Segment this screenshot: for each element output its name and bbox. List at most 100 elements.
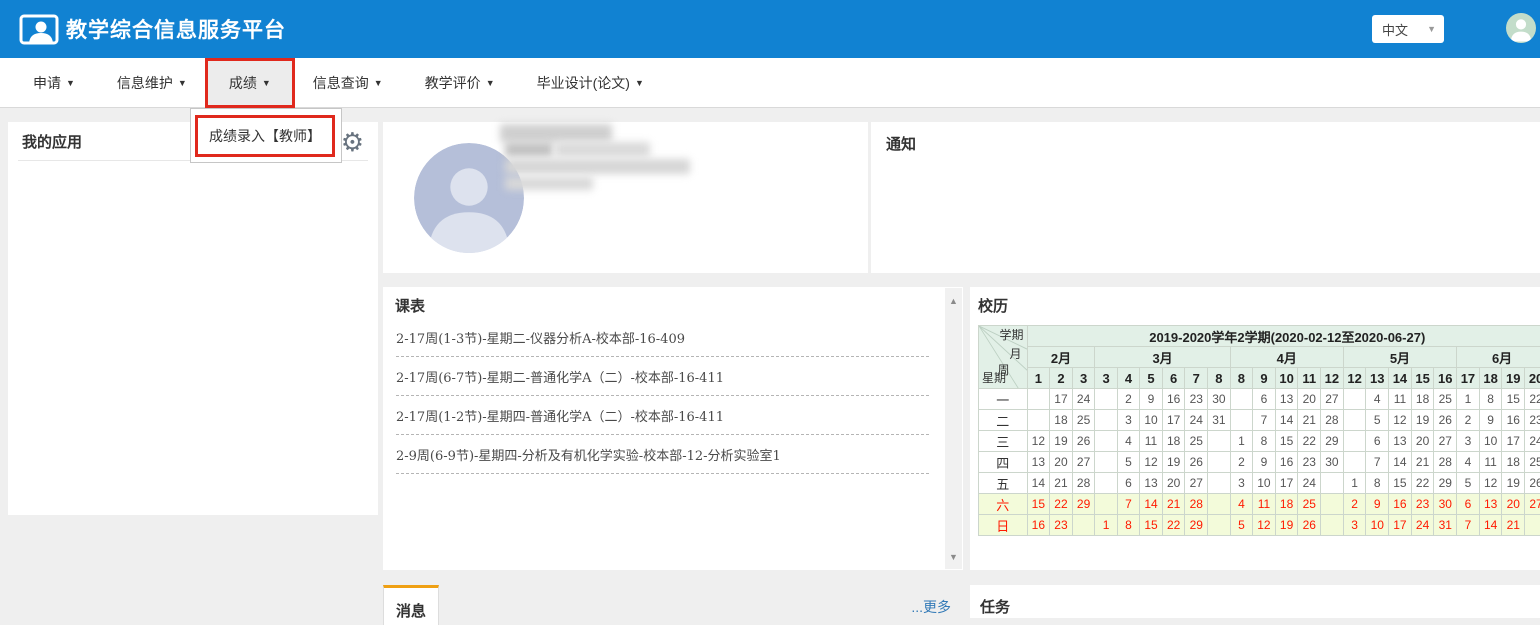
nav-item-label: 教学评价 <box>425 73 481 93</box>
calendar-date-cell: 24 <box>1298 473 1321 494</box>
nav-item-grades[interactable]: 成绩▼ <box>208 61 292 105</box>
schedule-item: 2-17周(1-3节)-星期二-仪器分析A-校本部-16-409 <box>396 318 929 357</box>
calendar-date-cell: 12 <box>1253 515 1276 536</box>
nav-item-teaching-evaluation[interactable]: 教学评价▼ <box>404 61 516 105</box>
calendar-date-cell: 19 <box>1162 452 1185 473</box>
calendar-date-cell: 27 <box>1321 389 1344 410</box>
calendar-date-cell: 14 <box>1027 473 1050 494</box>
chevron-down-icon: ▼ <box>66 78 75 88</box>
calendar-date-cell <box>1072 515 1095 536</box>
calendar-date-cell: 5 <box>1366 410 1389 431</box>
calendar-week-number: 20 <box>1525 368 1540 389</box>
calendar-day-row: 一17242916233061320274111825181522 <box>979 389 1540 410</box>
calendar-date-cell <box>1208 515 1231 536</box>
calendar-date-cell <box>1208 473 1231 494</box>
top-header-bar: 教学综合信息服务平台 中文 ▼ <box>0 0 1540 58</box>
calendar-date-cell: 10 <box>1253 473 1276 494</box>
calendar-date-cell: 29 <box>1321 431 1344 452</box>
calendar-date-cell: 20 <box>1298 389 1321 410</box>
calendar-day-row: 四13202751219262916233071421284111825 <box>979 452 1540 473</box>
calendar-date-cell: 22 <box>1298 431 1321 452</box>
calendar-date-cell: 24 <box>1411 515 1434 536</box>
nav-item-info-maintenance[interactable]: 信息维护 ▼ <box>96 61 208 105</box>
language-selector[interactable]: 中文 ▼ <box>1372 15 1444 43</box>
redacted-profile-text <box>505 177 593 190</box>
calendar-date-cell: 21 <box>1162 494 1185 515</box>
calendar-date-cell: 21 <box>1502 515 1525 536</box>
calendar-date-cell <box>1095 410 1117 431</box>
calendar-date-cell: 24 <box>1525 431 1540 452</box>
chevron-down-icon: ▼ <box>374 78 383 88</box>
calendar-date-cell <box>1343 431 1366 452</box>
calendar-date-cell <box>1321 473 1344 494</box>
calendar-date-cell: 12 <box>1479 473 1502 494</box>
calendar-date-cell: 30 <box>1434 494 1457 515</box>
calendar-date-cell: 9 <box>1479 410 1502 431</box>
calendar-date-cell: 12 <box>1140 452 1163 473</box>
calendar-date-cell: 8 <box>1366 473 1389 494</box>
calendar-date-cell: 1 <box>1095 515 1117 536</box>
calendar-date-cell <box>1321 515 1344 536</box>
calendar-date-cell: 16 <box>1162 389 1185 410</box>
calendar-date-cell: 20 <box>1050 452 1073 473</box>
calendar-date-cell: 23 <box>1050 515 1073 536</box>
calendar-date-cell: 8 <box>1479 389 1502 410</box>
tab-messages[interactable]: 消息 <box>383 585 439 625</box>
calendar-date-cell: 19 <box>1050 431 1073 452</box>
calendar-date-cell: 17 <box>1502 431 1525 452</box>
calendar-date-cell: 7 <box>1366 452 1389 473</box>
scrollbar[interactable]: ▲ ▼ <box>945 288 962 569</box>
calendar-date-cell: 9 <box>1253 452 1276 473</box>
nav-item-graduation-thesis[interactable]: 毕业设计(论文)▼ <box>516 61 665 105</box>
nav-item-apply[interactable]: 申请 ▼ <box>12 61 96 105</box>
gear-icon[interactable]: ⚙ <box>341 128 364 158</box>
calendar-date-cell: 15 <box>1140 515 1163 536</box>
calendar-week-number: 12 <box>1321 368 1344 389</box>
nav-item-label: 毕业设计(论文) <box>537 73 630 93</box>
calendar-date-cell: 3 <box>1343 515 1366 536</box>
profile-panel <box>383 122 868 273</box>
calendar-week-number: 2 <box>1050 368 1073 389</box>
redacted-profile-text <box>500 124 612 142</box>
calendar-date-cell: 27 <box>1434 431 1457 452</box>
calendar-date-cell: 14 <box>1275 410 1298 431</box>
scroll-up-icon[interactable]: ▲ <box>945 292 962 309</box>
school-calendar-panel: 校历 学期月周星期2019-2020学年2学期(2020-02-12至2020-… <box>970 287 1540 570</box>
calendar-week-number: 9 <box>1253 368 1276 389</box>
calendar-date-cell: 9 <box>1366 494 1389 515</box>
user-avatar[interactable] <box>1506 13 1536 43</box>
redacted-profile-text <box>555 142 650 157</box>
nav-item-label: 信息维护 <box>117 73 173 93</box>
calendar-date-cell: 17 <box>1275 473 1298 494</box>
calendar-date-cell: 13 <box>1275 389 1298 410</box>
calendar-date-cell: 26 <box>1072 431 1095 452</box>
calendar-date-cell: 15 <box>1027 494 1050 515</box>
calendar-date-cell: 10 <box>1366 515 1389 536</box>
calendar-date-cell: 16 <box>1275 452 1298 473</box>
menu-item-grade-entry-teacher[interactable]: 成绩录入【教师】 <box>209 126 321 146</box>
calendar-date-cell: 16 <box>1389 494 1412 515</box>
chevron-down-icon: ▼ <box>178 78 187 88</box>
calendar-date-cell: 31 <box>1434 515 1457 536</box>
scroll-down-icon[interactable]: ▼ <box>945 548 962 565</box>
schedule-title: 课表 <box>395 295 425 316</box>
calendar-date-cell: 25 <box>1185 431 1208 452</box>
calendar-date-cell: 18 <box>1050 410 1073 431</box>
calendar-weekday-label: 六 <box>979 494 1028 515</box>
calendar-date-cell: 19 <box>1275 515 1298 536</box>
user-avatar-icon <box>1506 13 1536 43</box>
calendar-corner: 学期月周星期 <box>979 326 1028 389</box>
calendar-date-cell: 28 <box>1434 452 1457 473</box>
nav-item-info-query[interactable]: 信息查询▼ <box>292 61 404 105</box>
calendar-date-cell: 26 <box>1434 410 1457 431</box>
calendar-date-cell: 12 <box>1027 431 1050 452</box>
page-title: 教学综合信息服务平台 <box>66 0 286 58</box>
calendar-date-cell: 22 <box>1525 389 1540 410</box>
calendar-date-cell: 10 <box>1140 410 1163 431</box>
more-link[interactable]: ...更多 <box>911 597 951 617</box>
calendar-date-cell: 23 <box>1411 494 1434 515</box>
nav-item-label: 申请 <box>33 73 61 93</box>
calendar-day-row: 六15222971421284111825291623306132027 <box>979 494 1540 515</box>
chevron-down-icon: ▼ <box>1427 24 1436 34</box>
calendar-date-cell: 23 <box>1298 452 1321 473</box>
